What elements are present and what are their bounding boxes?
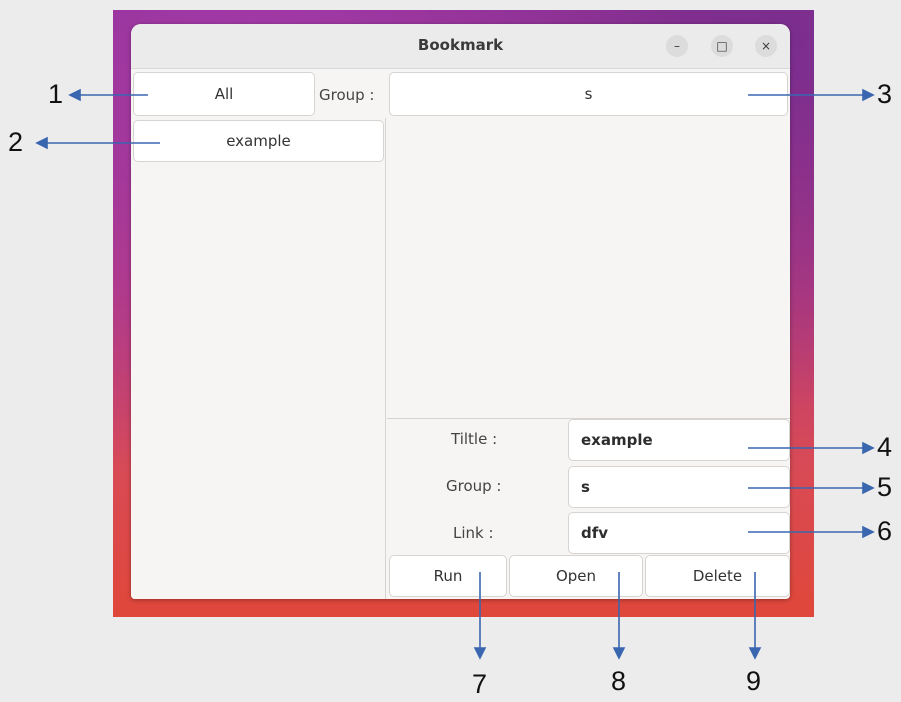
title-bar[interactable]: Bookmark – □ × — [131, 24, 790, 69]
title-label: Tiltle : — [451, 430, 498, 448]
bookmark-window: Bookmark – □ × All Group : s example Til… — [131, 24, 790, 599]
annotation-4: 4 — [877, 432, 893, 462]
window-title: Bookmark — [417, 36, 504, 54]
group-input[interactable]: s — [568, 466, 790, 508]
all-button[interactable]: All — [133, 72, 315, 116]
minimize-button[interactable]: – — [666, 35, 688, 57]
annotation-7: 7 — [472, 669, 488, 699]
annotation-5: 5 — [877, 472, 893, 502]
group-filter-label: Group : — [319, 86, 375, 104]
group-filter-dropdown[interactable]: s — [389, 72, 788, 116]
annotation-9: 9 — [746, 666, 762, 696]
annotation-8: 8 — [611, 666, 627, 696]
annotation-6: 6 — [877, 516, 893, 546]
list-item[interactable]: example — [133, 120, 384, 162]
link-label: Link : — [453, 524, 494, 542]
maximize-button[interactable]: □ — [711, 35, 733, 57]
screenshot-stage: Bookmark – □ × All Group : s example Til… — [0, 0, 901, 702]
run-button[interactable]: Run — [389, 555, 507, 597]
delete-button[interactable]: Delete — [645, 555, 790, 597]
annotation-2: 2 — [8, 127, 24, 157]
annotation-1: 1 — [48, 79, 64, 109]
group-label: Group : — [446, 477, 502, 495]
title-input[interactable]: example — [568, 419, 790, 461]
close-button[interactable]: × — [755, 35, 777, 57]
open-button[interactable]: Open — [509, 555, 643, 597]
link-input[interactable]: dfv — [568, 512, 790, 554]
annotation-3: 3 — [877, 79, 893, 109]
group-content-pane — [387, 118, 790, 419]
bookmark-list[interactable] — [131, 118, 386, 599]
